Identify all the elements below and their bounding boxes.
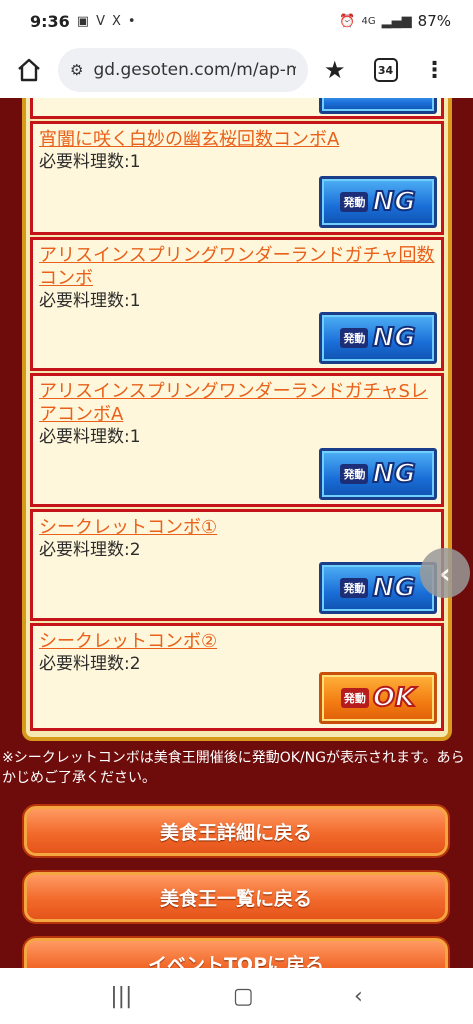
combo-card-partial xyxy=(30,98,444,119)
home-button[interactable] xyxy=(12,53,46,87)
back-to-event-top-button[interactable]: イベントTOPに戻る xyxy=(24,938,448,968)
signal-icon: ▂▄▆ xyxy=(381,13,412,29)
combo-requirement: 必要料理数:1 xyxy=(39,152,141,172)
combo-card: アリスインスプリングワンダーランドガチャSレアコンボA 必要料理数:1 発動 N… xyxy=(30,373,444,507)
status-badge: 発動 NG xyxy=(319,312,437,364)
back-icon[interactable]: ‹ xyxy=(354,984,363,1009)
badge-state: NG xyxy=(371,572,416,604)
system-nav-bar: ||| ▢ ‹ xyxy=(0,968,473,1024)
status-badge: 発動 NG xyxy=(319,176,437,228)
gallery-icon: ▣ xyxy=(76,13,90,29)
combo-card: 宵闇に咲く白妙の幽玄桜回数コンボA 必要料理数:1 発動 NG xyxy=(30,121,444,235)
home-icon xyxy=(18,58,40,82)
status-badge: 発動 NG xyxy=(319,448,437,500)
network-label: 4G xyxy=(361,15,376,27)
back-to-detail-button[interactable]: 美食王詳細に戻る xyxy=(24,806,448,856)
badge-state: OK xyxy=(372,682,416,714)
combo-title-link[interactable]: 宵闇に咲く白妙の幽玄桜回数コンボA xyxy=(33,124,441,151)
dot-icon: • xyxy=(127,13,136,29)
combo-card: アリスインスプリングワンダーランドガチャ回数コンボ 必要料理数:1 発動 NG xyxy=(30,237,444,371)
combo-title-link[interactable]: アリスインスプリングワンダーランドガチャ回数コンボ xyxy=(33,240,441,290)
combo-panel: 宵闇に咲く白妙の幽玄桜回数コンボA 必要料理数:1 発動 NG アリスインスプリ… xyxy=(22,98,452,741)
combo-title-link[interactable]: シークレットコンボ② xyxy=(33,626,441,653)
combo-card: シークレットコンボ① 必要料理数:2 発動 NG xyxy=(30,509,444,621)
recent-apps-icon[interactable]: ||| xyxy=(110,984,132,1009)
bookmark-star-icon[interactable]: ★ xyxy=(324,56,346,84)
clock: 9:36 xyxy=(30,11,70,31)
app-v-icon: V xyxy=(96,13,105,29)
combo-title-link[interactable]: アリスインスプリングワンダーランドガチャSレアコンボA xyxy=(33,376,441,426)
home-circle-icon[interactable]: ▢ xyxy=(233,984,254,1009)
badge-prefix: 発動 xyxy=(340,192,369,212)
address-bar[interactable]: ⚙ gd.gesoten.com/m/ap-m xyxy=(58,48,308,92)
browser-toolbar: ⚙ gd.gesoten.com/m/ap-m ★ 34 ⋮ xyxy=(0,42,473,98)
combo-requirement: 必要料理数:2 xyxy=(39,540,141,560)
badge-state: NG xyxy=(371,322,416,354)
tab-switcher-button[interactable]: 34 xyxy=(373,58,398,82)
combo-card: シークレットコンボ② 必要料理数:2 発動 OK xyxy=(30,623,444,731)
badge-state: NG xyxy=(371,458,416,490)
combo-title-link[interactable]: シークレットコンボ① xyxy=(33,512,441,539)
badge-state: NG xyxy=(371,186,416,218)
x-icon: X xyxy=(112,13,121,29)
edge-panel-handle[interactable]: ‹ xyxy=(420,548,470,598)
back-to-list-button[interactable]: 美食王一覧に戻る xyxy=(24,872,448,922)
status-badge xyxy=(319,98,437,114)
combo-requirement: 必要料理数:1 xyxy=(39,427,141,447)
combo-requirement: 必要料理数:1 xyxy=(39,291,141,311)
badge-prefix: 発動 xyxy=(340,688,369,708)
status-badge: 発動 OK xyxy=(319,672,437,724)
chevron-left-icon: ‹ xyxy=(439,556,451,590)
alarm-icon: ⏰ xyxy=(339,13,356,29)
battery-level: 87% xyxy=(417,12,451,30)
status-bar: 9:36 ▣ V X • ⏰ 4G ▂▄▆ 87% xyxy=(0,0,473,42)
more-menu-icon[interactable]: ⋮ xyxy=(424,58,446,83)
url-text: gd.gesoten.com/m/ap-m xyxy=(93,60,296,80)
badge-prefix: 発動 xyxy=(340,464,369,484)
page-content: 宵闇に咲く白妙の幽玄桜回数コンボA 必要料理数:1 発動 NG アリスインスプリ… xyxy=(0,98,473,968)
site-settings-icon[interactable]: ⚙ xyxy=(70,61,83,79)
badge-prefix: 発動 xyxy=(340,578,369,598)
badge-prefix: 発動 xyxy=(340,328,369,348)
secret-combo-notice: ※シークレットコンボは美食王開催後に発動OK/NGが表示されます。あらかじめご了… xyxy=(2,750,465,786)
